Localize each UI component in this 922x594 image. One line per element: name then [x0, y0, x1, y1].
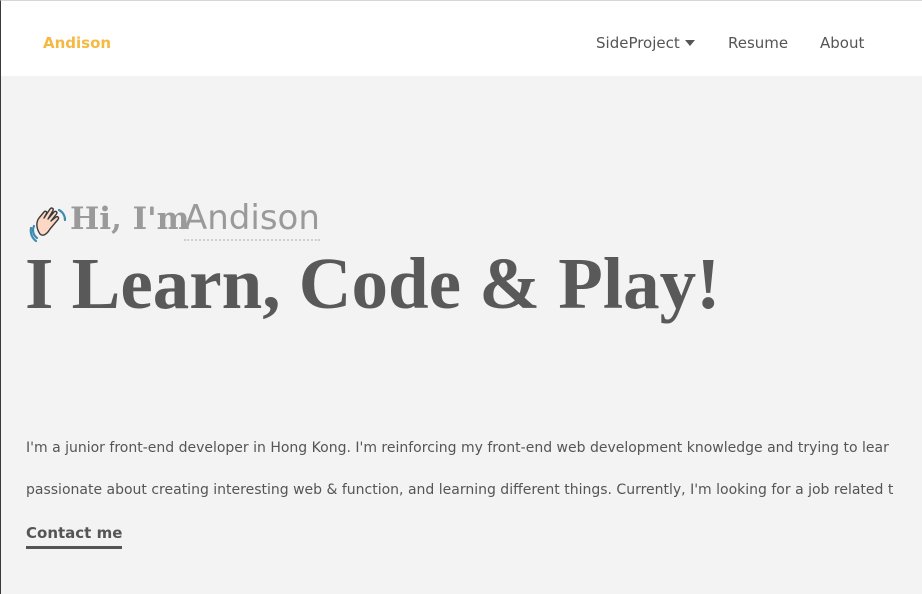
- nav-item-sideproject-label: SideProject: [596, 34, 680, 52]
- caret-down-icon: [684, 39, 695, 46]
- brand-logo-link[interactable]: Andison: [43, 34, 111, 52]
- page-headline: I Learn, Code & Play!: [25, 243, 721, 324]
- contact-me-link[interactable]: Contact me: [26, 524, 123, 549]
- hero-section: Hi, I'm Andison I Learn, Code & Play! I'…: [1, 76, 922, 594]
- bio-line-1: I'm a junior front-end developer in Hong…: [26, 440, 889, 456]
- navbar: Andison SideProject Resume About: [1, 1, 922, 76]
- nav-item-sideproject[interactable]: SideProject: [596, 34, 695, 52]
- bio-line-2: passionate about creating interesting we…: [26, 482, 894, 498]
- nav-item-resume[interactable]: Resume: [728, 34, 788, 52]
- waving-hand-icon: [29, 207, 67, 243]
- browser-viewport: Andison SideProject Resume About Hi, I'm…: [0, 0, 922, 594]
- nav-item-about[interactable]: About: [820, 34, 864, 52]
- greeting-prefix: Hi, I'm: [70, 201, 190, 237]
- greeting-name: Andison: [184, 197, 320, 241]
